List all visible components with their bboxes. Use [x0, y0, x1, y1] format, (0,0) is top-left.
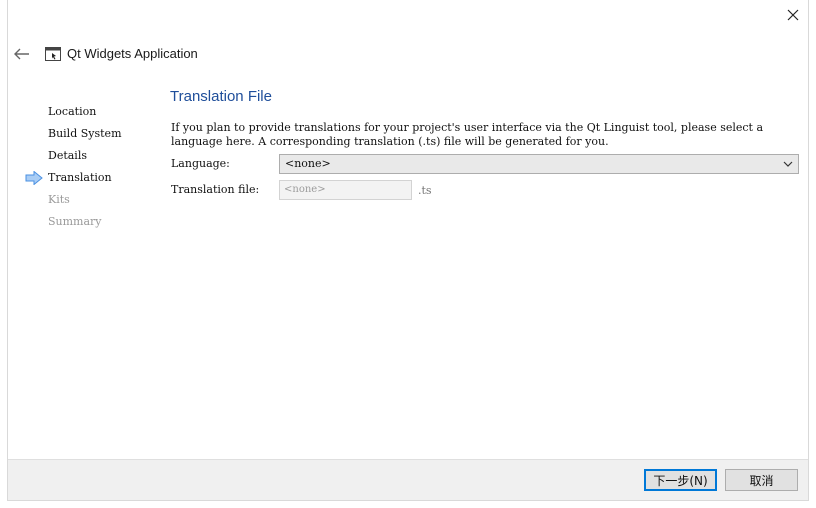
chevron-down-icon [783, 161, 793, 167]
dialog-frame [7, 0, 809, 501]
translation-file-suffix: .ts [418, 184, 432, 197]
next-button[interactable]: 下一步(N) [644, 469, 717, 491]
translation-file-label: Translation file: [171, 183, 260, 196]
back-arrow-icon [14, 48, 29, 60]
page-title: Translation File [170, 88, 272, 105]
step-build-system: Build System [48, 127, 122, 140]
page-description: If you plan to provide translations for … [171, 121, 764, 148]
step-translation: Translation [48, 171, 112, 184]
wizard-title: Qt Widgets Application [67, 46, 198, 61]
close-button[interactable] [780, 3, 806, 27]
language-label: Language: [171, 157, 230, 170]
language-combobox[interactable]: <none> [279, 154, 799, 174]
close-icon [787, 9, 799, 21]
step-location: Location [48, 105, 97, 118]
step-summary: Summary [48, 215, 102, 228]
step-kits: Kits [48, 193, 70, 206]
cancel-button[interactable]: 取消 [725, 469, 798, 491]
step-details: Details [48, 149, 87, 162]
language-combobox-value: <none> [285, 157, 331, 170]
current-step-arrow-icon [25, 171, 43, 185]
window-app-icon [45, 47, 61, 61]
translation-file-field: <none> [279, 180, 412, 200]
back-button[interactable] [12, 44, 32, 64]
